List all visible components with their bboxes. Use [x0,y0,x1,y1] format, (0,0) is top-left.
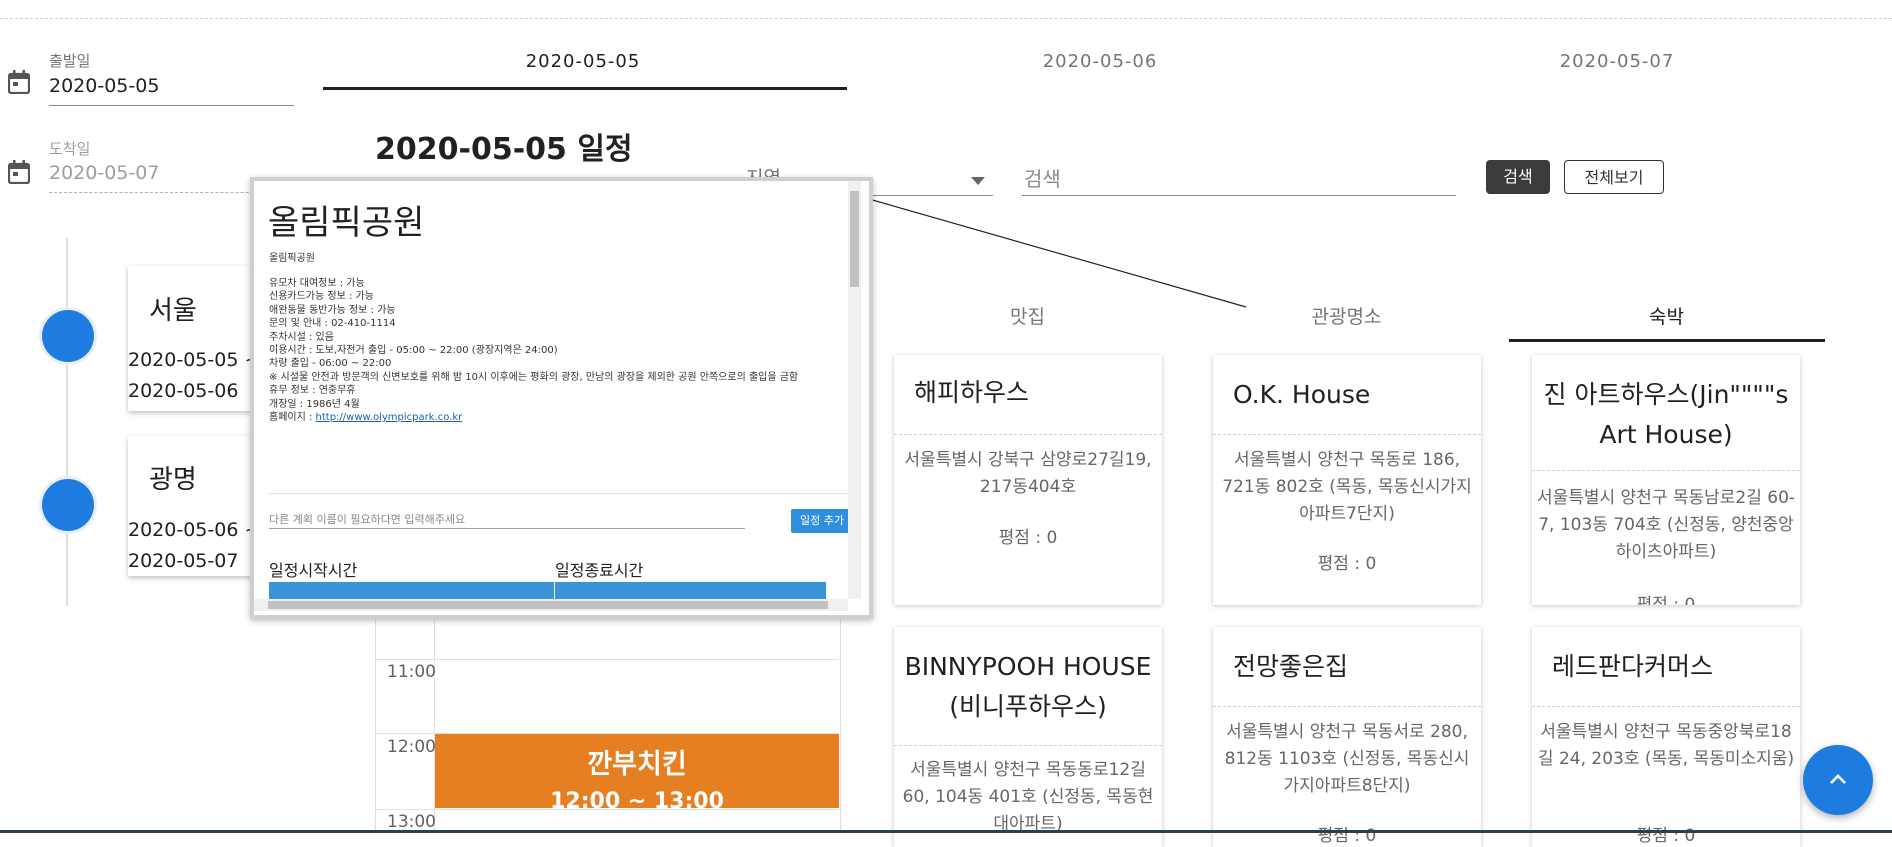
add-schedule-button[interactable]: 일정 추가 [791,509,853,533]
tab-date-2[interactable]: 2020-05-06 [840,51,1360,72]
popup-divider [269,493,853,494]
caret-down-icon[interactable] [971,170,985,189]
time-label: 11:00 [387,662,436,682]
place-card[interactable]: BINNYPOOH HOUSE(비니푸하우스) 서울특별시 양천구 목동동로12… [894,627,1162,847]
timeline-city: 광명 [149,465,197,495]
info-line: 애완동물 동반가능 정보 : 가능 [269,304,396,316]
homepage-label: 홈페이지 : [269,412,316,424]
info-line: 문의 및 안내 : 02-410-1114 [269,318,396,330]
place-rating: 평점 : 0 [1636,595,1696,605]
plan-name-underline [269,528,745,529]
place-rating: 평점 : 0 [998,528,1058,548]
info-line: 이용시간 : 도보,자전거 출입 - 05:00 ~ 22:00 (광장지역은 … [269,345,558,357]
popup-info: 유모차 대여정보 : 가능 신용카드가능 정보 : 가능 애완동물 동반가능 정… [269,277,854,424]
search-input[interactable]: 검색 [1024,163,1061,192]
card-divider [894,745,1162,746]
info-line: ※ 시설물 안전과 방문객의 신변보호를 위해 밤 10시 이후에는 평화의 광… [269,371,799,383]
timeline-dot[interactable] [42,310,94,362]
departure-label: 출발일 [49,52,91,70]
card-divider [1532,470,1800,471]
place-address: 서울특별시 양천구 목동서로 280, 812동 1103호 (신정동, 목동신… [1224,722,1470,796]
place-address: 서울특별시 양천구 목동동로12길 60, 104동 401호 (신정동, 목동… [902,760,1154,834]
card-divider [1532,706,1800,707]
place-title: O.K. House [1233,380,1371,409]
departure-underline [49,105,294,106]
homepage-link[interactable]: http://www.olympicpark.co.kr [316,412,463,423]
view-all-button[interactable]: 전체보기 [1564,160,1664,194]
tab-lodging[interactable]: 숙박 [1534,302,1799,329]
top-divider [0,18,1892,19]
plan-name-input[interactable]: 다른 계획 이름이 필요하다면 입력해주세요 [269,511,465,527]
tab-attractions[interactable]: 관광명소 [1214,302,1479,329]
time-label: 13:00 [387,812,436,832]
timeline-line [66,238,68,606]
place-card[interactable]: 해피하우스 서울특별시 강북구 삼양로27길19, 217동404호 평점 : … [894,355,1162,605]
place-title: BINNYPOOH HOUSE(비니푸하우스) [904,652,1152,721]
tab-date-1[interactable]: 2020-05-05 [323,51,843,72]
place-title: 전망좋은집 [1233,652,1349,681]
info-line: 신용카드가능 정보 : 가능 [269,291,374,303]
date-tab-indicator [323,87,847,90]
popup-connector-line [861,196,1247,308]
place-rating: 평점 : 0 [1317,554,1377,574]
start-time-label: 일정시작시간 [269,561,358,580]
scroll-top-button[interactable] [1803,745,1873,815]
time-label: 12:00 [387,737,436,757]
place-card[interactable]: 진 아트하우스(Jin""""s Art House) 서울특별시 양천구 목동… [1532,355,1800,605]
place-card[interactable]: O.K. House 서울특별시 양천구 목동로 186, 721동 802호 … [1213,355,1481,605]
calendar-icon[interactable] [7,160,31,188]
info-line: 차량 출입 - 06:00 ~ 22:00 [269,358,392,370]
timeline-date-start: 2020-05-05 ~ [128,349,261,371]
vertical-scroll-thumb[interactable] [850,191,859,287]
popup-subtitle: 올림픽공원 [269,253,315,264]
place-rating: 평점 : 0 [1636,826,1696,846]
event-name: 깐부치킨 [587,749,687,780]
grid-row [375,659,839,660]
place-address: 서울특별시 양천구 목동중앙북로18길 24, 203호 (목동, 목동미소지움… [1537,722,1795,769]
arrival-label: 도착일 [49,140,91,158]
place-address: 서울특별시 양천구 목동남로2길 60-7, 103동 704호 (신정동, 양… [1536,488,1796,562]
category-tab-indicator [1509,339,1825,342]
arrival-field[interactable]: 2020-05-07 [49,162,159,184]
info-line: 개장일 : 1986년 4월 [269,398,360,410]
place-card[interactable]: 레드판다커머스 서울특별시 양천구 목동중앙북로18길 24, 203호 (목동… [1532,627,1800,847]
info-line: 주차시설 : 있음 [269,331,334,343]
schedule-event[interactable]: 깐부치킨 12:00 ~ 13:00 [435,734,839,808]
end-time-label: 일정종료시간 [555,561,644,580]
chevron-up-icon [1830,774,1846,784]
place-address: 서울특별시 양천구 목동로 186, 721동 802호 (목동, 목동신시가지… [1222,450,1472,524]
place-detail-popup[interactable]: 올림픽공원 올림픽공원 유모차 대여정보 : 가능 신용카드가능 정보 : 가능… [250,177,873,619]
schedule-title: 2020-05-05 일정 [375,132,633,167]
place-card[interactable]: 전망좋은집 서울특별시 양천구 목동서로 280, 812동 1103호 (신정… [1213,627,1481,847]
horizontal-scroll-thumb[interactable] [268,601,828,609]
tab-date-3[interactable]: 2020-05-07 [1357,51,1877,72]
timeline-date-start: 2020-05-06 ~ [128,519,261,541]
event-time: 12:00 ~ 13:00 [550,789,724,808]
info-line: 유모차 대여정보 : 가능 [269,278,365,289]
homepage-line: 홈페이지 : http://www.olympicpark.co.kr [269,411,854,424]
popup-title: 올림픽공원 [268,203,425,243]
timeline-city: 서울 [149,296,197,326]
calendar-icon[interactable] [7,70,31,98]
search-button[interactable]: 검색 [1486,160,1550,194]
departure-field[interactable]: 2020-05-05 [49,75,159,97]
info-line: 휴무 정보 : 연중무휴 [269,385,356,397]
card-divider [894,434,1162,435]
timeline-date-end: 2020-05-07 [128,550,239,572]
timeline-dot[interactable] [42,479,94,531]
place-title: 해피하우스 [914,378,1030,407]
place-address: 서울특별시 강북구 삼양로27길19, 217동404호 [904,450,1152,497]
grid-row [375,809,839,810]
timeline-date-end: 2020-05-06 [128,380,239,402]
card-divider [1213,434,1481,435]
card-divider [1213,706,1481,707]
place-title: 진 아트하우스(Jin""""s Art House) [1543,380,1789,449]
place-title: 레드판다커머스 [1552,652,1714,681]
place-rating: 평점 : 0 [1317,826,1377,846]
